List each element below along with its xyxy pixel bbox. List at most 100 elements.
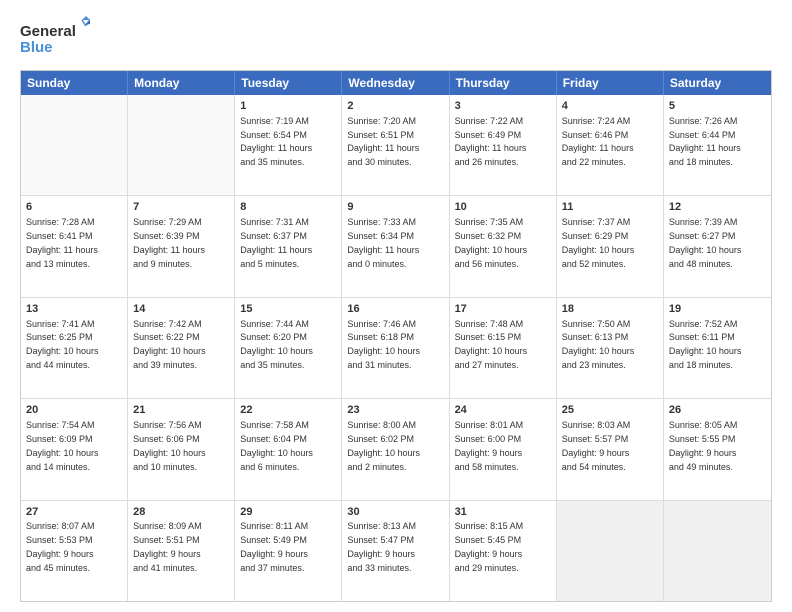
day-number: 8 bbox=[240, 200, 336, 215]
day-number: 16 bbox=[347, 302, 443, 317]
calendar-cell: 1 Sunrise: 7:19 AM Sunset: 6:54 PM Daylig… bbox=[235, 95, 342, 195]
day-number: 9 bbox=[347, 200, 443, 215]
week-row-4: 20 Sunrise: 7:54 AM Sunset: 6:09 PM Dayli… bbox=[21, 399, 771, 500]
day-number: 11 bbox=[562, 200, 658, 215]
day-number: 30 bbox=[347, 505, 443, 520]
day-info: Sunrise: 7:24 AM Sunset: 6:46 PM Dayligh… bbox=[562, 116, 634, 167]
calendar-cell: 6 Sunrise: 7:28 AM Sunset: 6:41 PM Daylig… bbox=[21, 196, 128, 296]
calendar-cell: 4 Sunrise: 7:24 AM Sunset: 6:46 PM Daylig… bbox=[557, 95, 664, 195]
day-info: Sunrise: 7:42 AM Sunset: 6:22 PM Dayligh… bbox=[133, 319, 206, 370]
day-number: 6 bbox=[26, 200, 122, 215]
calendar-cell: 25Sunrise: 8:03 AM Sunset: 5:57 PM Dayli… bbox=[557, 399, 664, 499]
calendar-cell bbox=[664, 501, 771, 601]
week-row-1: 1 Sunrise: 7:19 AM Sunset: 6:54 PM Daylig… bbox=[21, 95, 771, 196]
calendar-cell: 7Sunrise: 7:29 AM Sunset: 6:39 PM Daylig… bbox=[128, 196, 235, 296]
day-number: 14 bbox=[133, 302, 229, 317]
calendar-cell: 12 Sunrise: 7:39 AM Sunset: 6:27 PM Dayli… bbox=[664, 196, 771, 296]
day-number: 21 bbox=[133, 403, 229, 418]
day-number: 22 bbox=[240, 403, 336, 418]
day-number: 15 bbox=[240, 302, 336, 317]
header-day-monday: Monday bbox=[128, 71, 235, 95]
day-number: 13 bbox=[26, 302, 122, 317]
day-number: 5 bbox=[669, 99, 766, 114]
page: General Blue SundayMondayTuesdayWednesda… bbox=[0, 0, 792, 612]
day-number: 20 bbox=[26, 403, 122, 418]
calendar-cell: 17 Sunrise: 7:48 AM Sunset: 6:15 PM Dayli… bbox=[450, 298, 557, 398]
day-info: Sunrise: 8:11 AM Sunset: 5:49 PM Dayligh… bbox=[240, 521, 308, 572]
day-info: Sunrise: 7:56 AM Sunset: 6:06 PM Dayligh… bbox=[133, 420, 206, 471]
day-info: Sunrise: 7:48 AM Sunset: 6:15 PM Dayligh… bbox=[455, 319, 528, 370]
day-info: Sunrise: 8:01 AM Sunset: 6:00 PM Dayligh… bbox=[455, 420, 524, 471]
day-info: Sunrise: 7:37 AM Sunset: 6:29 PM Dayligh… bbox=[562, 217, 635, 268]
week-row-3: 13 Sunrise: 7:41 AM Sunset: 6:25 PM Dayli… bbox=[21, 298, 771, 399]
day-number: 4 bbox=[562, 99, 658, 114]
calendar-cell: 13 Sunrise: 7:41 AM Sunset: 6:25 PM Dayli… bbox=[21, 298, 128, 398]
calendar-cell: 8Sunrise: 7:31 AM Sunset: 6:37 PM Daylig… bbox=[235, 196, 342, 296]
header-day-sunday: Sunday bbox=[21, 71, 128, 95]
calendar-cell: 23 Sunrise: 8:00 AM Sunset: 6:02 PM Dayli… bbox=[342, 399, 449, 499]
day-info: Sunrise: 8:15 AM Sunset: 5:45 PM Dayligh… bbox=[455, 521, 524, 572]
calendar-cell: 2 Sunrise: 7:20 AM Sunset: 6:51 PM Daylig… bbox=[342, 95, 449, 195]
calendar-cell: 16 Sunrise: 7:46 AM Sunset: 6:18 PM Dayli… bbox=[342, 298, 449, 398]
header-day-saturday: Saturday bbox=[664, 71, 771, 95]
calendar-cell: 28Sunrise: 8:09 AM Sunset: 5:51 PM Dayli… bbox=[128, 501, 235, 601]
calendar-cell: 14 Sunrise: 7:42 AM Sunset: 6:22 PM Dayli… bbox=[128, 298, 235, 398]
day-number: 17 bbox=[455, 302, 551, 317]
header-day-wednesday: Wednesday bbox=[342, 71, 449, 95]
day-number: 1 bbox=[240, 99, 336, 114]
calendar-cell: 3 Sunrise: 7:22 AM Sunset: 6:49 PM Daylig… bbox=[450, 95, 557, 195]
calendar-header: SundayMondayTuesdayWednesdayThursdayFrid… bbox=[21, 71, 771, 95]
calendar-cell: 5Sunrise: 7:26 AM Sunset: 6:44 PM Daylig… bbox=[664, 95, 771, 195]
calendar-cell: 15 Sunrise: 7:44 AM Sunset: 6:20 PM Dayli… bbox=[235, 298, 342, 398]
day-info: Sunrise: 7:19 AM Sunset: 6:54 PM Dayligh… bbox=[240, 116, 312, 167]
day-info: Sunrise: 7:46 AM Sunset: 6:18 PM Dayligh… bbox=[347, 319, 420, 370]
day-number: 19 bbox=[669, 302, 766, 317]
calendar-cell bbox=[557, 501, 664, 601]
day-info: Sunrise: 7:52 AM Sunset: 6:11 PM Dayligh… bbox=[669, 319, 742, 370]
day-number: 23 bbox=[347, 403, 443, 418]
day-info: Sunrise: 7:44 AM Sunset: 6:20 PM Dayligh… bbox=[240, 319, 313, 370]
day-info: Sunrise: 7:54 AM Sunset: 6:09 PM Dayligh… bbox=[26, 420, 99, 471]
day-info: Sunrise: 7:20 AM Sunset: 6:51 PM Dayligh… bbox=[347, 116, 419, 167]
svg-text:Blue: Blue bbox=[20, 39, 53, 56]
calendar-cell: 10 Sunrise: 7:35 AM Sunset: 6:32 PM Dayli… bbox=[450, 196, 557, 296]
day-info: Sunrise: 8:13 AM Sunset: 5:47 PM Dayligh… bbox=[347, 521, 416, 572]
logo: General Blue bbox=[20, 16, 90, 60]
day-number: 2 bbox=[347, 99, 443, 114]
calendar-cell bbox=[128, 95, 235, 195]
calendar-cell: 22 Sunrise: 7:58 AM Sunset: 6:04 PM Dayli… bbox=[235, 399, 342, 499]
calendar: SundayMondayTuesdayWednesdayThursdayFrid… bbox=[20, 70, 772, 602]
day-info: Sunrise: 7:35 AM Sunset: 6:32 PM Dayligh… bbox=[455, 217, 528, 268]
day-number: 26 bbox=[669, 403, 766, 418]
day-info: Sunrise: 8:00 AM Sunset: 6:02 PM Dayligh… bbox=[347, 420, 420, 471]
calendar-cell: 31Sunrise: 8:15 AM Sunset: 5:45 PM Dayli… bbox=[450, 501, 557, 601]
day-info: Sunrise: 7:28 AM Sunset: 6:41 PM Dayligh… bbox=[26, 217, 98, 268]
header: General Blue bbox=[20, 16, 772, 60]
calendar-cell: 18Sunrise: 7:50 AM Sunset: 6:13 PM Dayli… bbox=[557, 298, 664, 398]
day-number: 27 bbox=[26, 505, 122, 520]
calendar-cell bbox=[21, 95, 128, 195]
day-number: 28 bbox=[133, 505, 229, 520]
calendar-cell: 19 Sunrise: 7:52 AM Sunset: 6:11 PM Dayli… bbox=[664, 298, 771, 398]
day-info: Sunrise: 7:22 AM Sunset: 6:49 PM Dayligh… bbox=[455, 116, 527, 167]
calendar-cell: 29Sunrise: 8:11 AM Sunset: 5:49 PM Dayli… bbox=[235, 501, 342, 601]
day-number: 10 bbox=[455, 200, 551, 215]
day-info: Sunrise: 7:39 AM Sunset: 6:27 PM Dayligh… bbox=[669, 217, 742, 268]
day-number: 12 bbox=[669, 200, 766, 215]
calendar-cell: 27Sunrise: 8:07 AM Sunset: 5:53 PM Dayli… bbox=[21, 501, 128, 601]
day-number: 3 bbox=[455, 99, 551, 114]
day-info: Sunrise: 7:58 AM Sunset: 6:04 PM Dayligh… bbox=[240, 420, 313, 471]
day-info: Sunrise: 8:07 AM Sunset: 5:53 PM Dayligh… bbox=[26, 521, 95, 572]
calendar-cell: 30Sunrise: 8:13 AM Sunset: 5:47 PM Dayli… bbox=[342, 501, 449, 601]
svg-text:General: General bbox=[20, 23, 76, 40]
day-info: Sunrise: 8:03 AM Sunset: 5:57 PM Dayligh… bbox=[562, 420, 631, 471]
week-row-5: 27Sunrise: 8:07 AM Sunset: 5:53 PM Dayli… bbox=[21, 501, 771, 601]
day-info: Sunrise: 8:09 AM Sunset: 5:51 PM Dayligh… bbox=[133, 521, 202, 572]
day-info: Sunrise: 7:41 AM Sunset: 6:25 PM Dayligh… bbox=[26, 319, 99, 370]
logo-svg: General Blue bbox=[20, 16, 90, 60]
day-info: Sunrise: 8:05 AM Sunset: 5:55 PM Dayligh… bbox=[669, 420, 738, 471]
calendar-cell: 20 Sunrise: 7:54 AM Sunset: 6:09 PM Dayli… bbox=[21, 399, 128, 499]
header-day-friday: Friday bbox=[557, 71, 664, 95]
calendar-cell: 9Sunrise: 7:33 AM Sunset: 6:34 PM Daylig… bbox=[342, 196, 449, 296]
calendar-body: 1 Sunrise: 7:19 AM Sunset: 6:54 PM Daylig… bbox=[21, 95, 771, 601]
